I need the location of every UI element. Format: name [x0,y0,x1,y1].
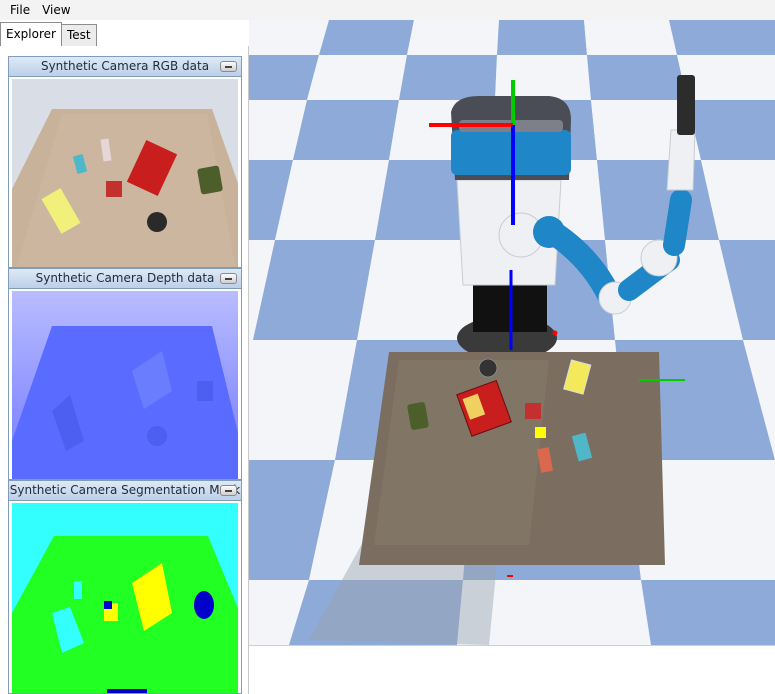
depth-panel-title-text: Synthetic Camera Depth data [35,271,215,285]
depth-camera-panel: Synthetic Camera Depth data [8,268,242,480]
segmentation-camera-panel: Synthetic Camera Segmentation Mask [8,480,242,694]
tab-bar: Explorer Test [0,22,97,46]
depth-image [12,291,238,479]
depth-panel-title: Synthetic Camera Depth data [9,269,241,289]
rgb-image [12,79,238,267]
tab-test[interactable]: Test [60,24,97,46]
menu-view[interactable]: View [36,0,76,20]
menu-bar: File View [0,0,775,20]
segmentation-panel-title: Synthetic Camera Segmentation Mask [9,481,241,501]
menu-file[interactable]: File [4,0,36,20]
rgb-panel-title: Synthetic Camera RGB data [9,57,241,77]
scene-render [249,20,775,645]
robot-gripper [677,75,695,135]
minimize-icon[interactable] [220,273,237,284]
rgb-panel-title-text: Synthetic Camera RGB data [40,59,210,73]
3d-viewport[interactable] [249,20,775,645]
viewport-status-strip [249,645,775,694]
minimize-icon[interactable] [220,485,237,496]
segmentation-image [12,503,238,693]
tab-explorer[interactable]: Explorer [0,22,62,46]
minimize-icon[interactable] [220,61,237,72]
rgb-camera-panel: Synthetic Camera RGB data [8,56,242,268]
segmentation-panel-title-text: Synthetic Camera Segmentation Mask [9,483,241,497]
